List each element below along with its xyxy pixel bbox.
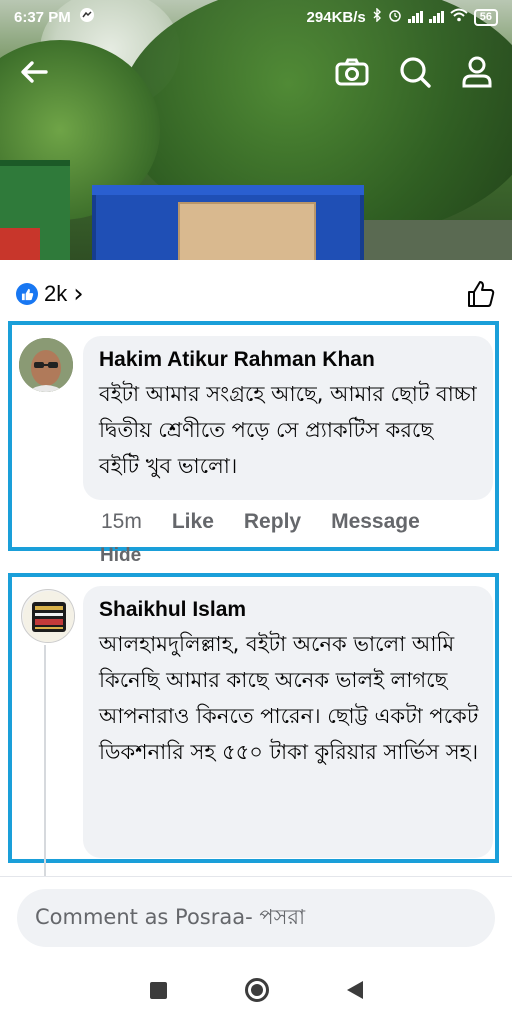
status-bar: 6:37 PM 294KB/s 56: [0, 0, 512, 34]
comment-text: আলহামদুলিল্লাহ, বইটা অনেক ভালো আমি কিনেছ…: [99, 632, 479, 764]
avatar[interactable]: [21, 589, 75, 643]
comment-text: বইটা আমার সংগ্রহে আছে, আমার ছোট বাচ্চা দ…: [99, 382, 477, 478]
comment-input[interactable]: Comment as Posraa- পসরা: [17, 889, 495, 947]
wifi-icon: [450, 8, 468, 26]
comment-author[interactable]: Shaikhul Islam: [99, 596, 479, 624]
system-nav-bar: [0, 956, 512, 1024]
like-reaction-icon: [16, 283, 38, 305]
search-icon[interactable]: [397, 54, 433, 90]
signal-icon-1: [407, 11, 423, 23]
comment-time: 15m: [101, 510, 142, 533]
avatar[interactable]: [19, 338, 73, 392]
reaction-summary[interactable]: 2k ›: [0, 272, 512, 316]
like-button-icon[interactable]: [466, 279, 496, 309]
status-right: 294KB/s 56: [306, 7, 498, 26]
comment-bubble[interactable]: Hakim Atikur Rahman Khan বইটা আমার সংগ্র…: [83, 336, 493, 500]
comment-actions: 15m Like Reply Message: [101, 510, 420, 534]
comment-composer-bar: Comment as Posraa- পসরা: [0, 876, 512, 956]
camera-icon[interactable]: [334, 54, 370, 90]
battery-indicator: 56: [473, 8, 498, 26]
reaction-count[interactable]: 2k: [44, 281, 67, 307]
photo-red-sign: [0, 228, 40, 260]
alarm-icon: [388, 8, 402, 26]
back-triangle-icon[interactable]: [346, 981, 363, 999]
signal-icon-2: [428, 11, 444, 23]
profile-icon[interactable]: [459, 54, 495, 90]
photo-cardboard-box: [178, 202, 316, 260]
photo-ground: [360, 220, 512, 260]
comment-bubble[interactable]: Shaikhul Islam আলহামদুলিল্লাহ, বইটা অনেক…: [83, 586, 493, 858]
recents-square-icon[interactable]: [149, 981, 167, 999]
photo-truck-rail: [92, 185, 364, 195]
message-link[interactable]: Message: [331, 510, 420, 534]
reply-thread-line: [44, 645, 46, 876]
chevron-right-icon[interactable]: ›: [73, 281, 83, 307]
bluetooth-icon: [372, 7, 382, 26]
like-link[interactable]: Like: [172, 510, 214, 534]
post-photo[interactable]: [0, 0, 512, 260]
network-speed: 294KB/s: [306, 8, 366, 26]
back-arrow-icon[interactable]: [16, 54, 52, 90]
messenger-notification-icon: [79, 7, 95, 27]
reply-link[interactable]: Reply: [244, 510, 301, 534]
home-circle-icon[interactable]: [244, 978, 269, 1002]
status-time: 6:37 PM: [14, 8, 71, 26]
comment-author[interactable]: Hakim Atikur Rahman Khan: [99, 346, 479, 374]
hide-link[interactable]: Hide: [100, 545, 141, 567]
